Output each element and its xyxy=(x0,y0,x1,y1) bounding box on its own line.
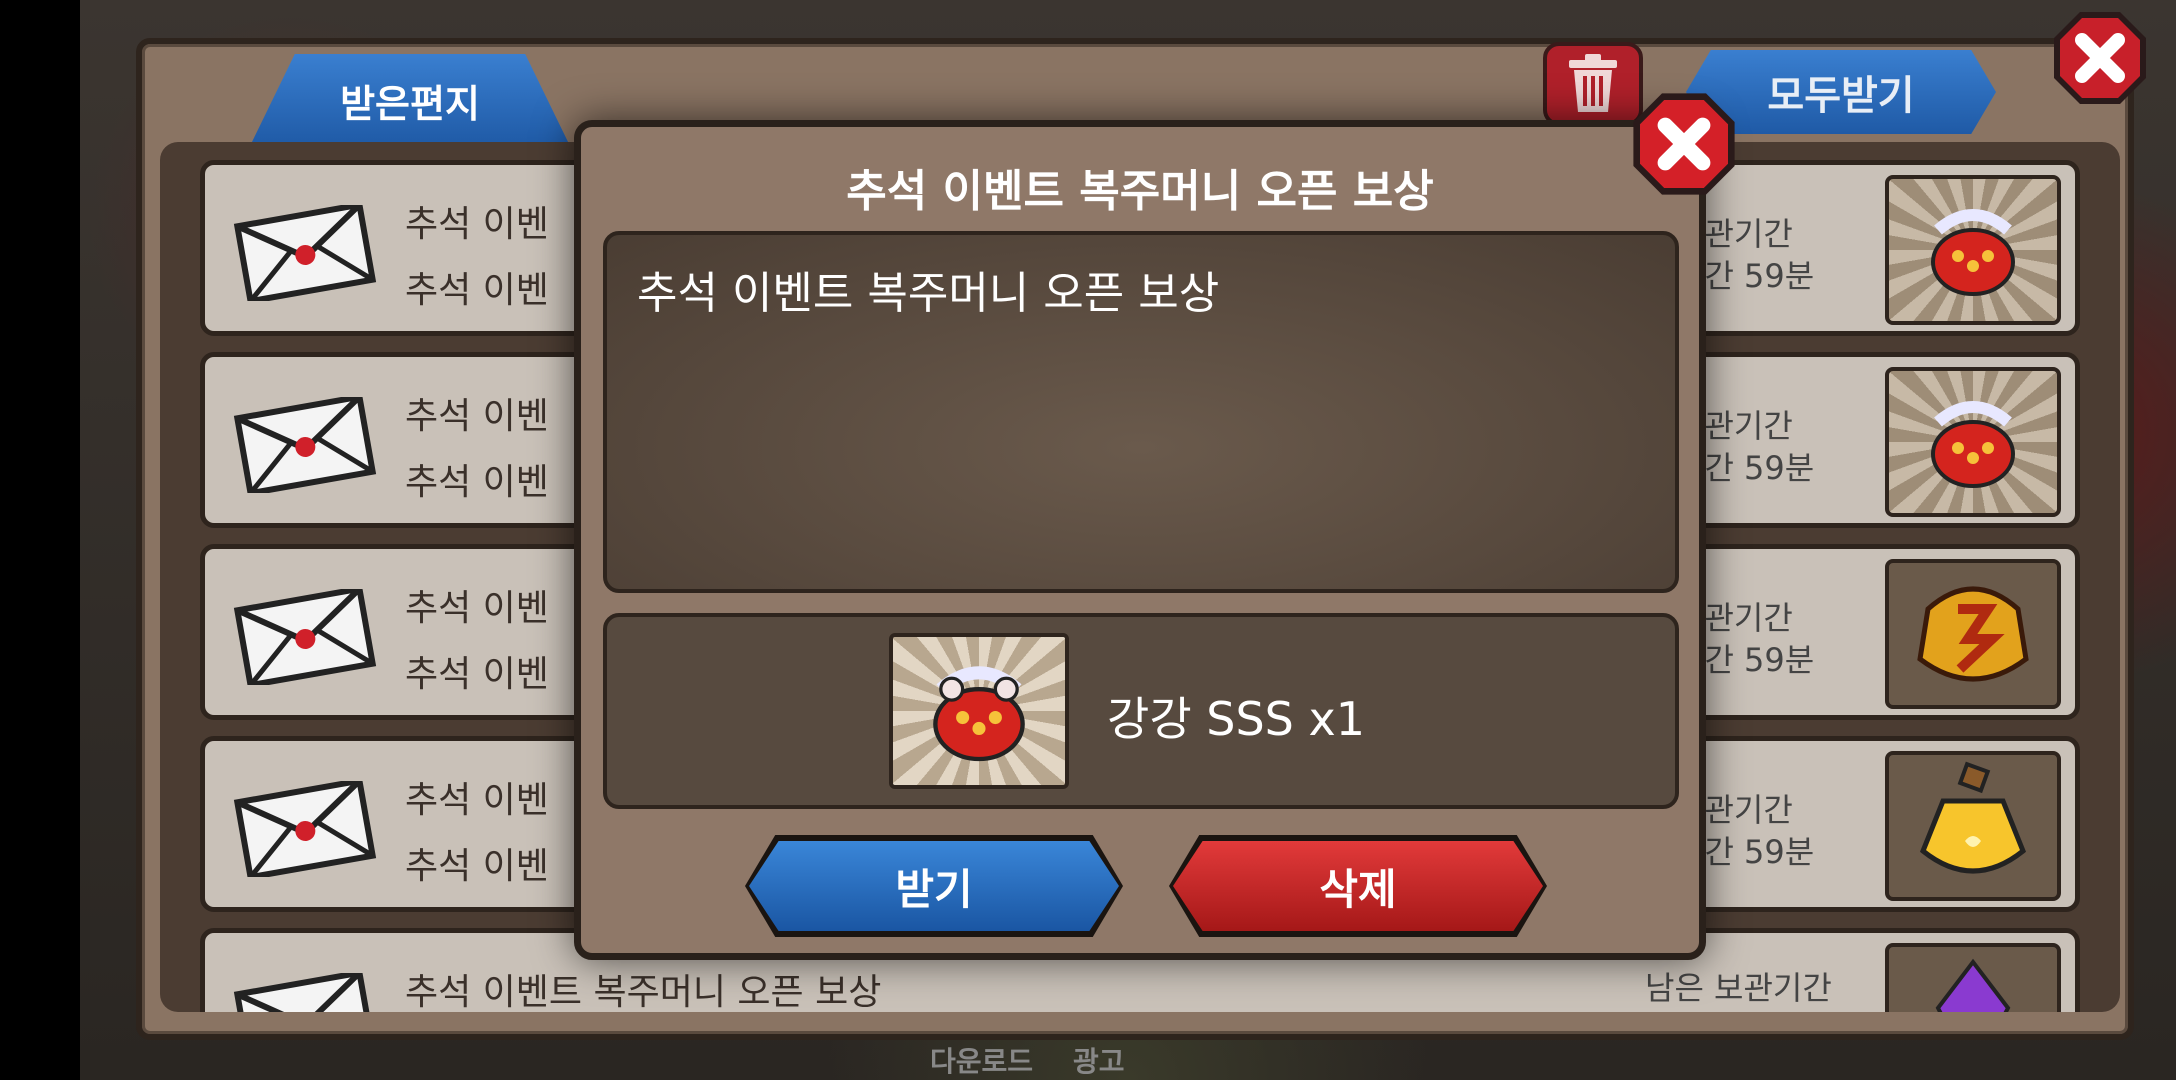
dialog-title: 추석 이벤트 복주머니 오픈 보상 xyxy=(846,166,1434,217)
mail-item-thumb xyxy=(1885,559,2061,709)
trash-icon xyxy=(1569,54,1617,112)
mail-title: 추석 이벤 xyxy=(405,204,549,245)
receive-button-label: 받기 xyxy=(895,864,973,914)
footer-download: 다운로드 xyxy=(930,1045,1034,1078)
armor-icon xyxy=(1917,586,2029,682)
reward-box: 강강 SSS x1 xyxy=(603,613,1679,809)
mail-title: 추석 이벤트 복주머니 오픈 보상 xyxy=(405,972,882,1012)
dialog-message: 추석 이벤트 복주머니 오픈 보상 xyxy=(637,268,1220,319)
reward-label: 강강 SSS x1 xyxy=(1107,692,1365,746)
delete-all-button[interactable] xyxy=(1543,42,1643,126)
mail-subtitle: 추석 이벤 xyxy=(405,654,549,695)
dialog-close-icon[interactable] xyxy=(1629,89,1739,199)
mail-title: 추석 이벤 xyxy=(405,780,549,821)
bottom-menu: 다운로드 광고 xyxy=(930,1040,1125,1080)
mailbox-close-icon[interactable] xyxy=(2050,8,2150,108)
envelope-icon xyxy=(233,589,377,685)
mail-item-thumb xyxy=(1885,175,2061,325)
pouch-icon xyxy=(933,666,1025,762)
mail-title: 추석 이벤 xyxy=(405,396,549,437)
potion-icon xyxy=(1919,761,2027,874)
crystal-icon xyxy=(1935,958,2011,1012)
footer-ad: 광고 xyxy=(1073,1045,1125,1078)
mail-item-thumb xyxy=(1885,943,2061,1012)
envelope-icon xyxy=(233,397,377,493)
pouch-icon xyxy=(1931,209,2015,296)
mail-item-thumb xyxy=(1885,751,2061,901)
mail-subtitle: 추석 이벤 xyxy=(405,462,549,503)
receive-button[interactable]: 받기 xyxy=(749,841,1119,931)
reward-item-thumb xyxy=(889,633,1069,789)
dialog-message-box: 추석 이벤트 복주머니 오픈 보상 xyxy=(603,231,1679,593)
mail-subtitle: 추석 이벤 xyxy=(405,270,549,311)
delete-button[interactable]: 삭제 xyxy=(1173,841,1543,931)
envelope-icon xyxy=(233,205,377,301)
tab-received[interactable]: 받은편지 xyxy=(250,54,570,146)
envelope-icon xyxy=(233,781,377,877)
mail-title: 추석 이벤 xyxy=(405,588,549,629)
mail-item-thumb xyxy=(1885,367,2061,517)
tab-received-label: 받은편지 xyxy=(340,81,480,126)
envelope-icon xyxy=(233,973,377,1012)
mail-subtitle: 추석 이벤 xyxy=(405,846,549,887)
pouch-icon xyxy=(1931,401,2015,488)
claim-all-label: 모두받기 xyxy=(1767,73,1915,119)
delete-button-label: 삭제 xyxy=(1319,864,1397,914)
mail-expiry-label: 남은 보관기간 xyxy=(1645,969,1832,1007)
reward-dialog: 추석 이벤트 복주머니 오픈 보상 추석 이벤트 복주머니 오픈 보상 강강 S… xyxy=(574,93,1735,960)
